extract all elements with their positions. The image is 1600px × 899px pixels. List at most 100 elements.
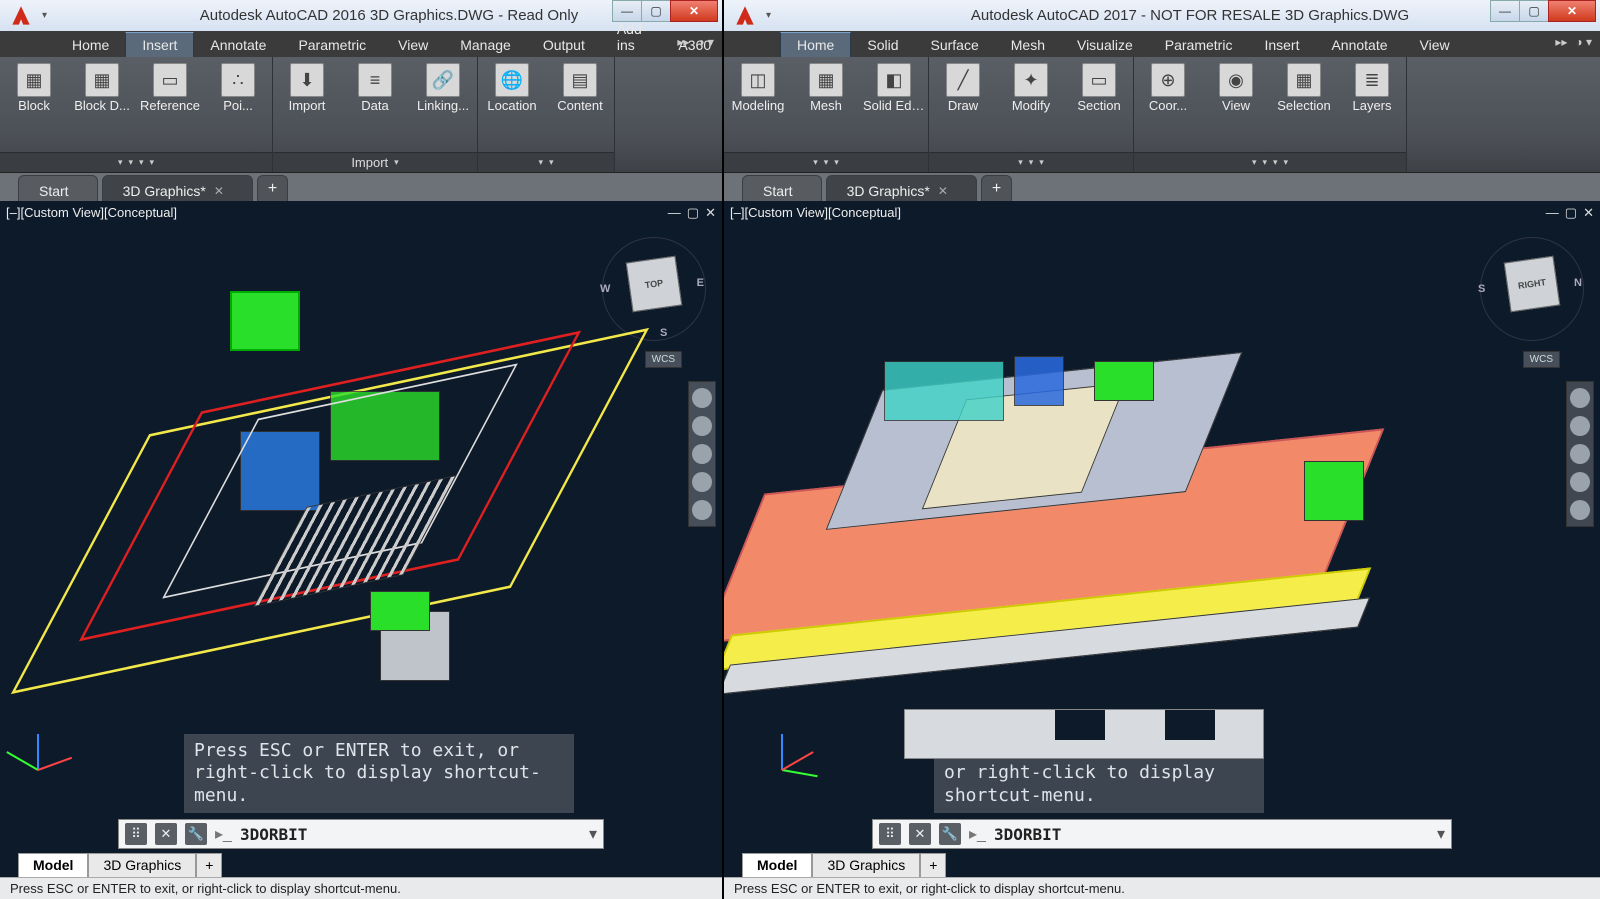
modeling-button[interactable]: ◫Modeling <box>724 57 792 152</box>
block-button[interactable]: ▦Block <box>0 57 68 152</box>
view-button[interactable]: ◉View <box>1202 57 1270 152</box>
viewport-maximize-icon[interactable]: ▢ <box>687 205 699 221</box>
compass-w[interactable]: W <box>600 283 610 295</box>
close-icon[interactable]: ✕ <box>938 184 948 198</box>
viewcube[interactable]: RIGHT S N <box>1492 249 1572 329</box>
compass-n[interactable]: N <box>1574 277 1582 289</box>
zoom-icon[interactable] <box>692 444 712 464</box>
import-button[interactable]: ⬇Import <box>273 57 341 152</box>
compass-s[interactable]: S <box>660 327 667 339</box>
ribbon-tab-output[interactable]: Output <box>527 33 601 57</box>
showmotion-icon[interactable] <box>1570 500 1590 520</box>
viewport-maximize-icon[interactable]: ▢ <box>1565 205 1577 221</box>
wcs-badge[interactable]: WCS <box>645 351 682 368</box>
panel-title-import[interactable]: Import▾ <box>273 152 477 172</box>
cmd-customize-icon[interactable]: ⠿ <box>879 823 901 845</box>
pan-icon[interactable] <box>692 416 712 436</box>
compass-e[interactable]: E <box>697 277 704 289</box>
viewport-label[interactable]: [–][Custom View][Conceptual] <box>730 205 901 220</box>
file-tab-3dgraphics[interactable]: 3D Graphics*✕ <box>826 175 977 201</box>
close-button[interactable]: ✕ <box>670 0 718 22</box>
point-cloud-button[interactable]: ∴Poi... <box>204 57 272 152</box>
ucs-icon[interactable] <box>20 719 90 789</box>
viewport[interactable]: [–][Custom View][Conceptual] — ▢ ✕ RIGHT… <box>724 201 1600 899</box>
orbit-icon[interactable] <box>1570 472 1590 492</box>
viewport-minimize-icon[interactable]: — <box>668 205 681 221</box>
file-tab-start[interactable]: Start <box>18 175 98 201</box>
new-tab-button[interactable]: + <box>257 175 288 201</box>
viewcube[interactable]: TOP W E S <box>614 249 694 329</box>
ribbon-tab-parametric[interactable]: Parametric <box>282 33 382 57</box>
ribbon-tab-mesh[interactable]: Mesh <box>995 33 1061 57</box>
viewport-close-icon[interactable]: ✕ <box>705 205 716 221</box>
cmd-history-icon[interactable]: ▾ <box>1437 824 1445 844</box>
titlebar[interactable]: ▾ Autodesk AutoCAD 2017 - NOT FOR RESALE… <box>724 0 1600 31</box>
file-tab-3dgraphics[interactable]: 3D Graphics*✕ <box>102 175 253 201</box>
ribbon-tab-manage[interactable]: Manage <box>444 33 527 57</box>
nav-bar[interactable] <box>688 381 716 527</box>
ribbon-cycle-icon[interactable]: ▸▸ <box>1555 35 1567 49</box>
pan-icon[interactable] <box>1570 416 1590 436</box>
orbit-icon[interactable] <box>692 472 712 492</box>
ribbon-toggle-icon[interactable]: ◑ ▾ <box>1575 35 1592 49</box>
layout-tab-3dgraphics[interactable]: 3D Graphics <box>812 853 920 877</box>
ribbon-tab-parametric[interactable]: Parametric <box>1149 33 1249 57</box>
cmd-history-icon[interactable]: ▾ <box>589 824 597 844</box>
cmd-options-icon[interactable]: 🔧 <box>185 823 207 845</box>
maximize-button[interactable]: ▢ <box>1519 0 1549 22</box>
layout-add-button[interactable]: + <box>920 853 946 877</box>
cmd-customize-icon[interactable]: ⠿ <box>125 823 147 845</box>
steering-wheel-icon[interactable] <box>692 388 712 408</box>
new-tab-button[interactable]: + <box>981 175 1012 201</box>
block-def-button[interactable]: ▦Block D... <box>68 57 136 152</box>
ribbon-tab-solid[interactable]: Solid <box>851 33 914 57</box>
ribbon-tab-view[interactable]: View <box>1404 33 1466 57</box>
ribbon-tab-annotate[interactable]: Annotate <box>194 33 282 57</box>
selection-button[interactable]: ▦Selection <box>1270 57 1338 152</box>
viewport-label[interactable]: [–][Custom View][Conceptual] <box>6 205 177 220</box>
reference-button[interactable]: ▭Reference <box>136 57 204 152</box>
cmd-options-icon[interactable]: 🔧 <box>939 823 961 845</box>
section-button[interactable]: ▭Section <box>1065 57 1133 152</box>
draw-button[interactable]: ╱Draw <box>929 57 997 152</box>
compass-s[interactable]: S <box>1478 283 1485 295</box>
panel-drop-icon[interactable]: ▾ <box>118 157 123 168</box>
layout-tab-model[interactable]: Model <box>18 853 88 877</box>
ribbon-tab-addins[interactable]: Add-ins <box>601 17 663 57</box>
layout-tab-3dgraphics[interactable]: 3D Graphics <box>88 853 196 877</box>
minimize-button[interactable]: — <box>1490 0 1520 22</box>
layout-tab-model[interactable]: Model <box>742 853 812 877</box>
linking-button[interactable]: 🔗Linking... <box>409 57 477 152</box>
cmd-close-icon[interactable]: ✕ <box>909 823 931 845</box>
data-button[interactable]: ≡Data <box>341 57 409 152</box>
solid-editing-button[interactable]: ◧Solid Edi... <box>860 57 928 152</box>
close-icon[interactable]: ✕ <box>214 184 224 198</box>
zoom-icon[interactable] <box>1570 444 1590 464</box>
showmotion-icon[interactable] <box>692 500 712 520</box>
mesh-button[interactable]: ▦Mesh <box>792 57 860 152</box>
layers-button[interactable]: ≣Layers <box>1338 57 1406 152</box>
viewport[interactable]: [–][Custom View][Conceptual] — ▢ ✕ TOP W… <box>0 201 722 899</box>
ribbon-tab-annotate[interactable]: Annotate <box>1315 33 1403 57</box>
app-menu-icon[interactable] <box>724 0 766 31</box>
ribbon-tab-insert[interactable]: Insert <box>1248 33 1315 57</box>
ucs-icon[interactable] <box>764 719 834 789</box>
ribbon-tab-surface[interactable]: Surface <box>915 33 995 57</box>
viewport-close-icon[interactable]: ✕ <box>1583 205 1594 221</box>
coordinates-button[interactable]: ⊕Coor... <box>1134 57 1202 152</box>
ribbon-toggle-icon[interactable]: ◑ ▾ <box>697 35 714 49</box>
content-button[interactable]: ▤Content <box>546 57 614 152</box>
ribbon-tab-visualize[interactable]: Visualize <box>1061 33 1149 57</box>
ribbon-tab-home[interactable]: Home <box>56 33 125 57</box>
steering-wheel-icon[interactable] <box>1570 388 1590 408</box>
ribbon-tab-insert[interactable]: Insert <box>125 32 194 57</box>
layout-add-button[interactable]: + <box>196 853 222 877</box>
location-button[interactable]: 🌐Location <box>478 57 546 152</box>
command-line[interactable]: ⠿ ✕ 🔧 ▸_ 3DORBIT ▾ <box>872 819 1452 849</box>
wcs-badge[interactable]: WCS <box>1523 351 1560 368</box>
app-menu-arrow-icon[interactable]: ▾ <box>766 10 780 21</box>
ribbon-cycle-icon[interactable]: ▸▸ <box>677 35 689 49</box>
ribbon-tab-view[interactable]: View <box>382 33 444 57</box>
command-line[interactable]: ⠿ ✕ 🔧 ▸_ 3DORBIT ▾ <box>118 819 604 849</box>
file-tab-start[interactable]: Start <box>742 175 822 201</box>
